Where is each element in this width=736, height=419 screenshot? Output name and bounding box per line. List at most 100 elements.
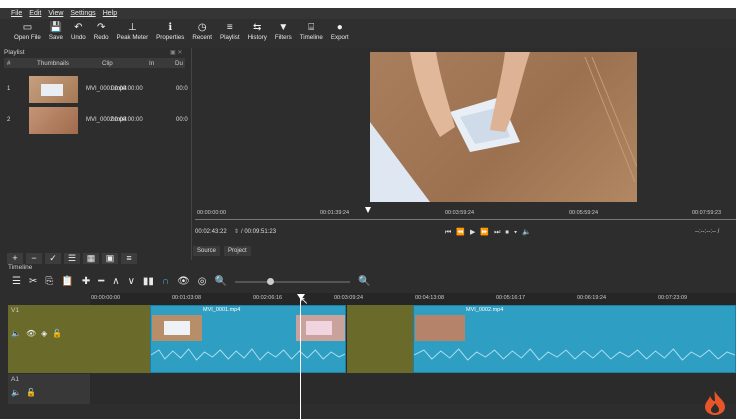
copy-icon[interactable]: ⎘: [45, 276, 53, 287]
timeline-playhead[interactable]: [300, 298, 301, 419]
player-scrub-ruler[interactable]: 00:00:00:00 00:01:39:24 00:03:59:24 00:0…: [195, 207, 736, 222]
video-preview: [370, 52, 637, 202]
clip-thumbnail: [296, 315, 345, 341]
recent-icon: ◷: [197, 22, 207, 33]
clip-thumbnail: [29, 106, 78, 134]
snap-icon[interactable]: ∩: [162, 276, 169, 287]
mute-icon[interactable]: 🔈: [11, 388, 21, 397]
zoom-slider[interactable]: [234, 277, 350, 285]
ruler-label: 00:02:06:16: [253, 295, 283, 301]
scrub-icon[interactable]: 👁: [177, 276, 190, 287]
track-header-a1[interactable]: A1 🔈 🔓: [8, 374, 90, 404]
paste-icon[interactable]: 📋: [61, 276, 73, 287]
properties-icon: ℹ: [168, 22, 173, 33]
menu-icon[interactable]: ≡: [121, 253, 137, 264]
recent-button[interactable]: ◷ Recent: [188, 19, 216, 41]
panel-float-close-icons[interactable]: ▣ ✕: [170, 49, 182, 56]
ruler-label: 00:04:13:08: [415, 295, 445, 301]
overwrite-icon[interactable]: ∨: [128, 276, 135, 287]
details-view-icon[interactable]: ☰: [64, 253, 80, 264]
menu-icon[interactable]: ☰: [12, 276, 21, 287]
save-button[interactable]: 💾 Save: [45, 19, 67, 41]
audio-waveform: [151, 348, 345, 361]
blank-region[interactable]: [90, 305, 150, 373]
append-icon[interactable]: ✚: [82, 276, 90, 287]
remove-icon[interactable]: ━: [98, 276, 104, 287]
splitter[interactable]: [191, 48, 192, 260]
lock-icon[interactable]: 🔓: [26, 388, 36, 397]
track-header-v1[interactable]: V1 🔈 👁 ◈ 🔓: [8, 305, 90, 373]
ruler-label: 00:07:23:09: [658, 295, 688, 301]
history-icon: ⇆: [253, 22, 262, 33]
col-thumbnails[interactable]: Thumbnails: [37, 60, 69, 67]
clip-duration: 00:0: [176, 86, 188, 92]
playlist-button[interactable]: ≡ Playlist: [216, 19, 244, 41]
timeline-panel-title: Timeline: [8, 264, 33, 271]
transport-bar: 00:02:43:22 ⇕ / 00:09:51:23 ⏮⏪▶⏩⏭⏹▾🔈 --:…: [195, 227, 736, 238]
tab-source[interactable]: Source: [193, 246, 221, 256]
export-button[interactable]: ● Export: [327, 19, 353, 41]
eye-icon[interactable]: 👁: [26, 329, 36, 338]
menu-view[interactable]: View: [48, 10, 63, 17]
menu-help[interactable]: Help: [103, 10, 117, 17]
timeline-button[interactable]: ⌸ Timeline: [296, 19, 327, 41]
timeline-icon: ⌸: [308, 22, 315, 33]
open-file-icon: ▭: [22, 22, 33, 33]
clip-duration: 00:0: [176, 117, 188, 123]
playlist-panel-title: Playlist: [4, 49, 25, 56]
timeline-label: Timeline: [299, 34, 323, 41]
lock-icon[interactable]: 🔓: [52, 329, 62, 338]
tiles-view-icon[interactable]: ▦: [83, 253, 99, 264]
ruler-label: 00:03:59:24: [445, 210, 475, 216]
history-button[interactable]: ⇆ History: [244, 19, 271, 41]
menu-file[interactable]: File: [11, 10, 22, 17]
transport-controls-icon[interactable]: ⏮⏪▶⏩⏭⏹▾🔈: [445, 228, 536, 237]
mute-icon[interactable]: 🔈: [11, 329, 21, 338]
playlist-row[interactable]: 2 MVI_0002.mp4 00:00:00:00 00:0: [4, 105, 188, 135]
split-icon[interactable]: ▮▮: [143, 276, 154, 287]
col-num[interactable]: #: [7, 60, 10, 67]
blank-region[interactable]: [347, 305, 413, 373]
track-name: V1: [11, 307, 19, 314]
flame-logo-icon: [705, 391, 725, 415]
zoom-out-icon[interactable]: 🔍: [215, 276, 227, 287]
peak-meter-button[interactable]: ⊥ Peak Meter: [113, 19, 153, 41]
timecode-position[interactable]: 00:02:43:22: [195, 229, 227, 235]
composite-icon[interactable]: ◈: [41, 329, 47, 338]
ripple-icon[interactable]: ◎: [198, 276, 207, 287]
open-file-button[interactable]: ▭ Open File: [10, 19, 45, 41]
remove-icon[interactable]: −: [26, 253, 42, 264]
cut-icon[interactable]: ✂: [29, 276, 37, 287]
properties-button[interactable]: ℹ Properties: [152, 19, 188, 41]
col-duration[interactable]: Du: [175, 60, 183, 67]
check-icon[interactable]: ✓: [45, 253, 61, 264]
clip-label: MVI_0001.mp4: [203, 307, 241, 313]
lift-icon[interactable]: ∧: [112, 276, 119, 287]
redo-button[interactable]: ↷ Redo: [90, 19, 113, 41]
ruler-label: 00:01:39:24: [320, 210, 350, 216]
zoom-in-icon[interactable]: 🔍: [358, 276, 370, 287]
track-v1: MVI_0001.mp4 MVI_0002.mp4: [90, 305, 736, 373]
row-number: 1: [7, 86, 11, 92]
undo-button[interactable]: ↶ Undo: [67, 19, 90, 41]
undo-icon: ↶: [74, 22, 83, 33]
col-clip[interactable]: Clip: [102, 60, 113, 67]
playlist-row[interactable]: 1 MVI_0001.mp4 00:00:00:00 00:0: [4, 74, 188, 104]
position-spinner-icon[interactable]: ⇕: [234, 228, 239, 235]
track-controls: 🔈 🔓: [11, 388, 36, 397]
tab-project[interactable]: Project: [224, 246, 251, 256]
icons-view-icon[interactable]: ▣: [102, 253, 118, 264]
menu-settings[interactable]: Settings: [70, 10, 95, 17]
ruler-label: 00:00:00:00: [197, 210, 227, 216]
timeline-clip[interactable]: MVI_0002.mp4: [413, 305, 736, 373]
timeline-clip[interactable]: MVI_0001.mp4: [150, 305, 346, 373]
menu-edit[interactable]: Edit: [29, 10, 41, 17]
col-in[interactable]: In: [149, 60, 154, 67]
filters-button[interactable]: ▼ Filters: [271, 19, 296, 41]
timeline-ruler[interactable]: 00:00:00:00 00:01:03:08 00:02:06:16 00:0…: [90, 293, 736, 305]
player-playhead-icon[interactable]: [365, 207, 371, 213]
main-toolbar: ▭ Open File 💾 Save ↶ Undo ↷ Redo ⊥ Peak Meter ℹ Pro…: [0, 19, 736, 48]
add-icon[interactable]: +: [7, 253, 23, 264]
playlist-icon: ≡: [226, 22, 233, 33]
redo-icon: ↷: [96, 22, 106, 33]
